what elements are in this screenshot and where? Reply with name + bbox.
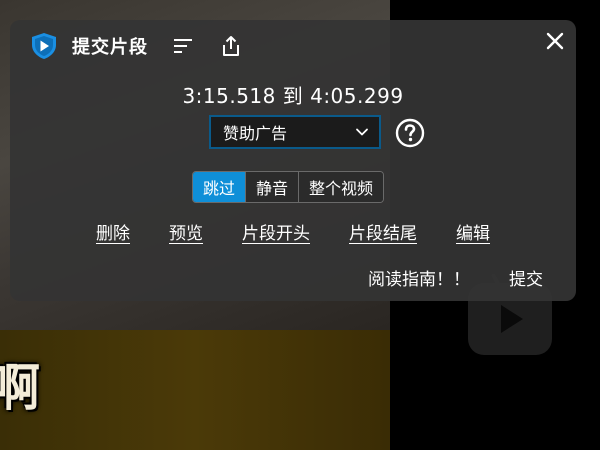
action-type-group: 跳过 静音 整个视频 — [192, 171, 385, 203]
video-caption-strip — [0, 330, 390, 450]
delete-link[interactable]: 删除 — [96, 219, 130, 244]
set-start-link[interactable]: 片段开头 — [242, 219, 310, 244]
video-caption: 啊 — [0, 358, 42, 417]
read-guide-link[interactable]: 阅读指南！！ — [368, 265, 470, 290]
edit-link[interactable]: 编辑 — [456, 219, 490, 244]
question-circle-icon[interactable] — [395, 118, 425, 148]
category-selected-label: 赞助广告 — [223, 124, 288, 143]
chevron-down-icon — [356, 128, 368, 136]
preview-link[interactable]: 预览 — [169, 219, 203, 244]
action-full-video-button[interactable]: 整个视频 — [299, 172, 384, 202]
close-icon[interactable] — [546, 32, 564, 50]
sort-lines-icon[interactable] — [172, 35, 194, 57]
set-end-link[interactable]: 片段结尾 — [349, 219, 417, 244]
segment-actions: 删除 预览 片段开头 片段结尾 编辑 — [10, 219, 576, 244]
category-select[interactable]: 赞助广告 — [209, 115, 381, 149]
panel-header: 提交片段 — [30, 31, 242, 61]
action-skip-button[interactable]: 跳过 — [193, 172, 247, 202]
panel-title: 提交片段 — [72, 37, 148, 58]
submit-segment-panel: 提交片段 3:15.518 到 4:05.299 赞助广告 跳过 静音 整个视频… — [10, 20, 576, 301]
shield-play-icon — [32, 33, 56, 59]
segment-time-range[interactable]: 3:15.518 到 4:05.299 — [10, 80, 576, 109]
submit-button[interactable]: 提交 — [509, 265, 543, 290]
share-upload-icon[interactable] — [220, 35, 242, 57]
action-mute-button[interactable]: 静音 — [246, 172, 300, 202]
